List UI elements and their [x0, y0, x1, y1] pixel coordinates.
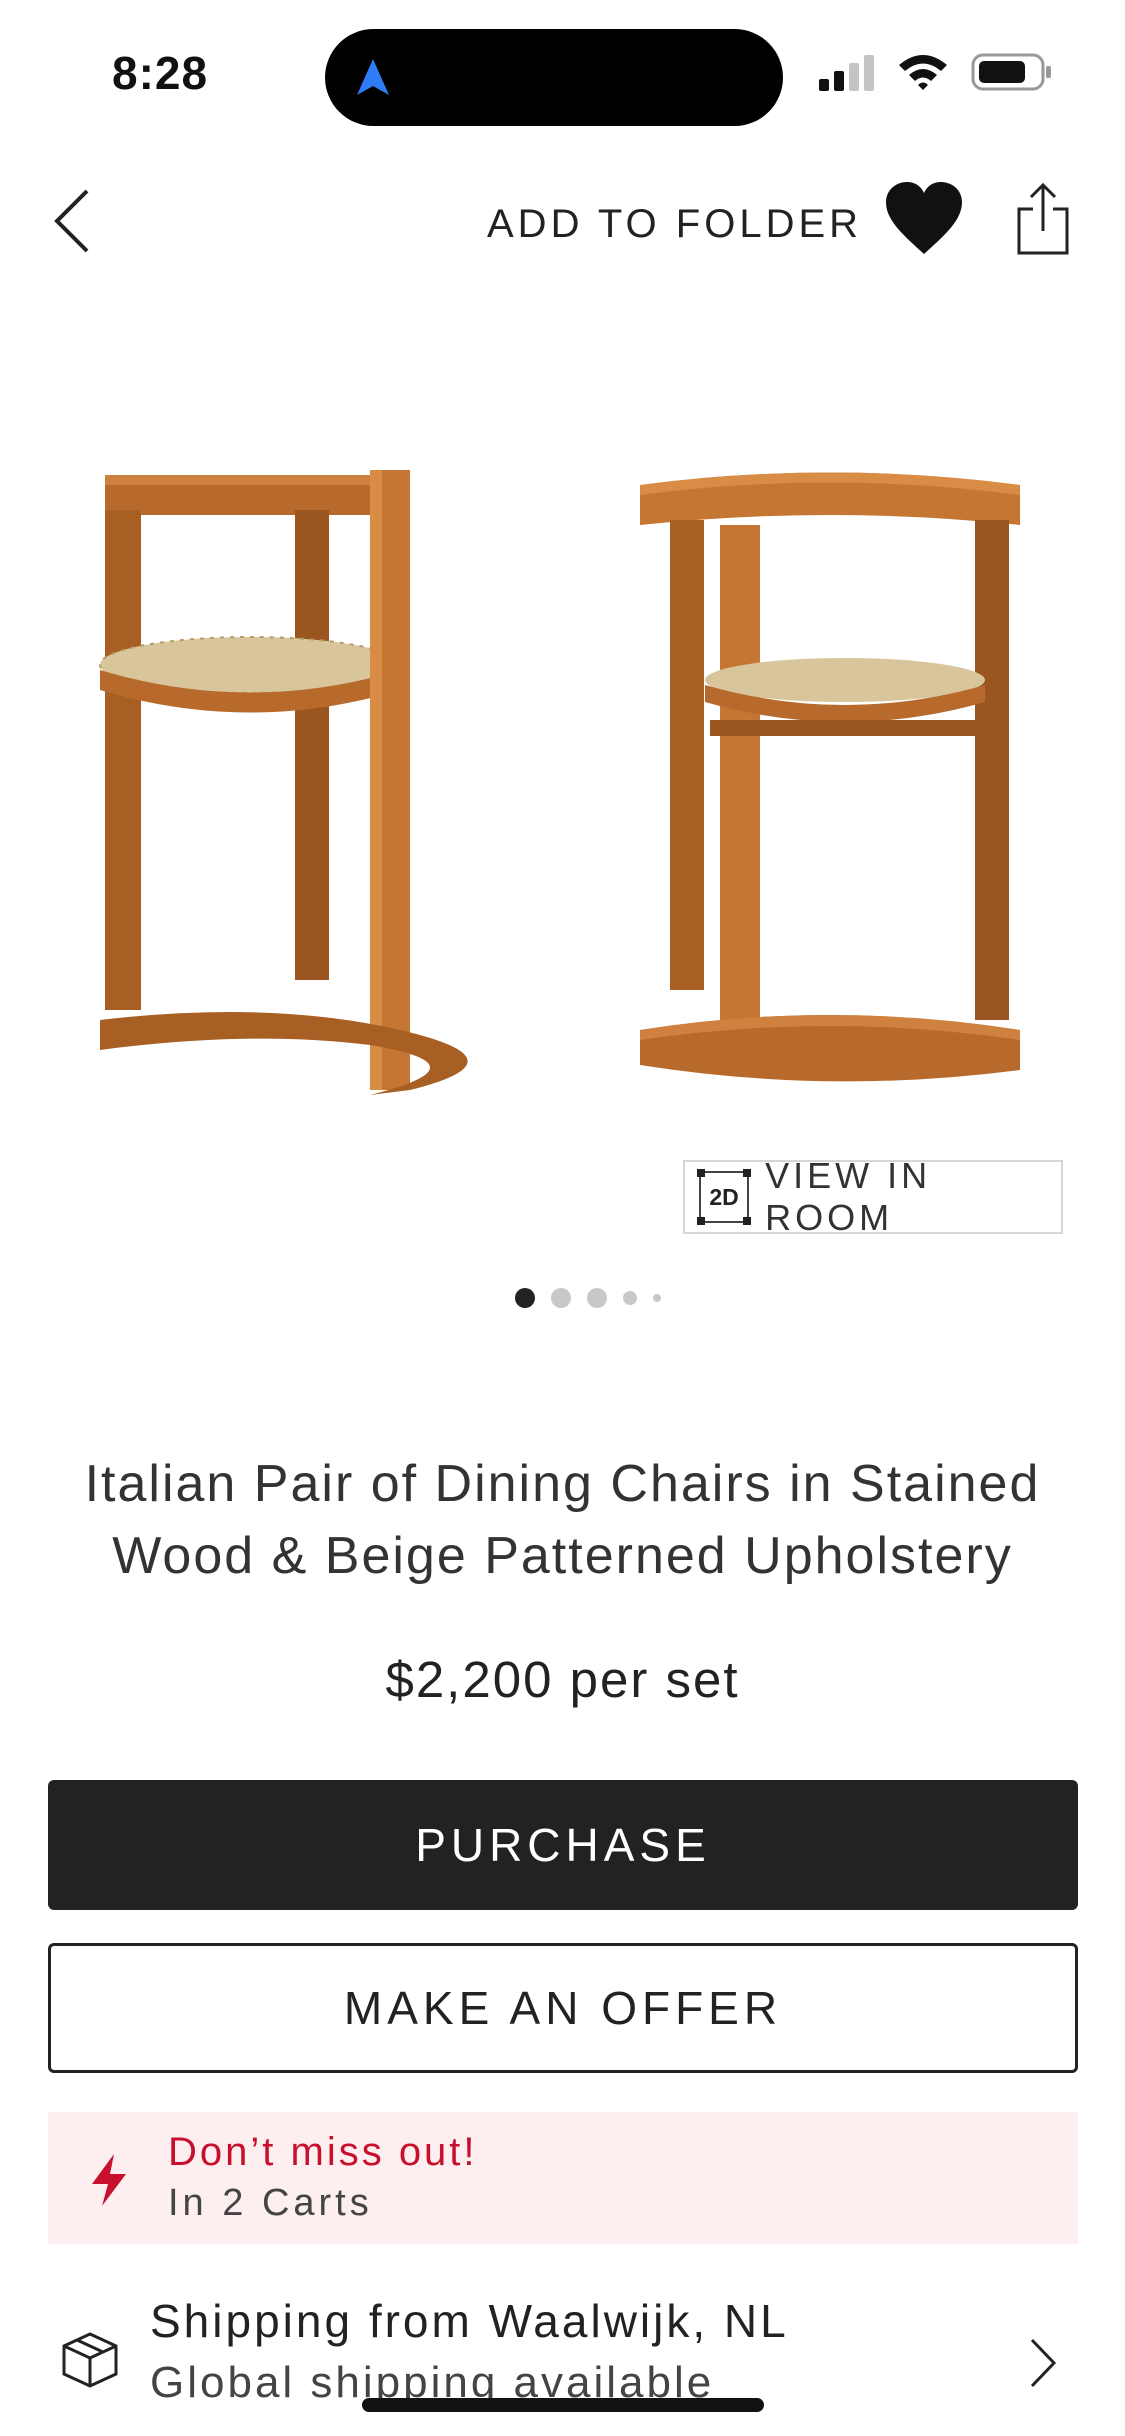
product-title: Italian Pair of Dining Chairs in Stained…: [84, 1455, 1041, 1585]
pagination-dot[interactable]: [587, 1288, 607, 1308]
shipping-title: Shipping from Waalwijk, NL: [150, 2295, 789, 2347]
share-button[interactable]: [1015, 182, 1071, 260]
product-image[interactable]: [70, 440, 1060, 1100]
heart-icon: [886, 182, 962, 254]
product-price: $2,200 per set: [385, 1651, 740, 1708]
purchase-button[interactable]: PURCHASE: [48, 1780, 1078, 1910]
wifi-icon: [899, 55, 947, 90]
add-to-folder-button[interactable]: ADD TO FOLDER: [487, 202, 862, 247]
battery-icon: [971, 53, 1051, 91]
pagination-dot[interactable]: [623, 1291, 637, 1305]
back-button[interactable]: [48, 186, 98, 256]
view-in-room-label: VIEW IN ROOM: [765, 1155, 932, 1238]
alert-subtitle: In 2 Carts: [168, 2182, 373, 2224]
home-indicator[interactable]: [362, 2398, 764, 2412]
dynamic-island: [325, 29, 783, 126]
chair-right: [640, 472, 1020, 1082]
chevron-right-icon: [1030, 2338, 1057, 2388]
view-2d-badge-text: 2D: [709, 1183, 739, 1210]
share-icon: [1017, 182, 1069, 255]
location-arrow-icon: [357, 59, 389, 95]
favorite-button[interactable]: [884, 180, 964, 261]
image-pagination[interactable]: [515, 1288, 661, 1308]
alert-title: Don’t miss out!: [168, 2130, 478, 2174]
chevron-left-icon: [54, 189, 89, 253]
pagination-dot[interactable]: [551, 1288, 571, 1308]
cellular-signal-icon: [819, 55, 874, 91]
view-2d-icon: 2D: [697, 1169, 752, 1225]
pagination-dot[interactable]: [653, 1294, 661, 1302]
shipping-row[interactable]: Shipping from Waalwijk, NL Global shippi…: [48, 2290, 1078, 2436]
cart-alert: Don’t miss out! In 2 Carts: [48, 2112, 1078, 2244]
view-in-room-button[interactable]: 2D VIEW IN ROOM: [683, 1155, 1063, 1238]
chair-left: [99, 470, 468, 1095]
lightning-icon: [92, 2154, 126, 2206]
package-icon: [62, 2332, 118, 2388]
status-icons: [819, 53, 1053, 91]
make-offer-button[interactable]: MAKE AN OFFER: [48, 1943, 1078, 2073]
status-time: 8:28: [112, 47, 209, 99]
pagination-dot-active[interactable]: [515, 1288, 535, 1308]
